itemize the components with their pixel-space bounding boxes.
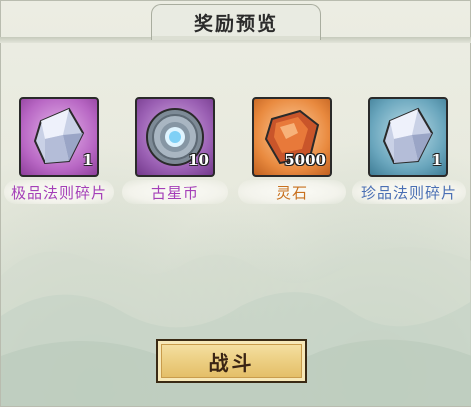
reward-count: 1	[431, 151, 442, 169]
reward-label-4: 珍品法则碎片	[352, 180, 466, 204]
reward-label-2: 古星币	[122, 180, 228, 204]
reward-count: 5000	[284, 151, 326, 169]
reward-label-1: 极品法则碎片	[4, 180, 114, 204]
fight-button-label: 战斗	[208, 350, 255, 375]
reward-label-3: 灵石	[238, 180, 346, 204]
reward-count: 1	[82, 151, 93, 169]
reward-count: 10	[188, 151, 209, 169]
title-tab: 奖励预览	[151, 4, 321, 40]
page-title: 奖励预览	[193, 13, 278, 35]
reward-item-4[interactable]: 1	[368, 97, 448, 177]
fight-button[interactable]: 战斗	[156, 339, 307, 383]
reward-item-1[interactable]: 1	[19, 97, 99, 177]
reward-item-2[interactable]: 10	[135, 97, 215, 177]
reward-item-3[interactable]: 5000	[252, 97, 332, 177]
